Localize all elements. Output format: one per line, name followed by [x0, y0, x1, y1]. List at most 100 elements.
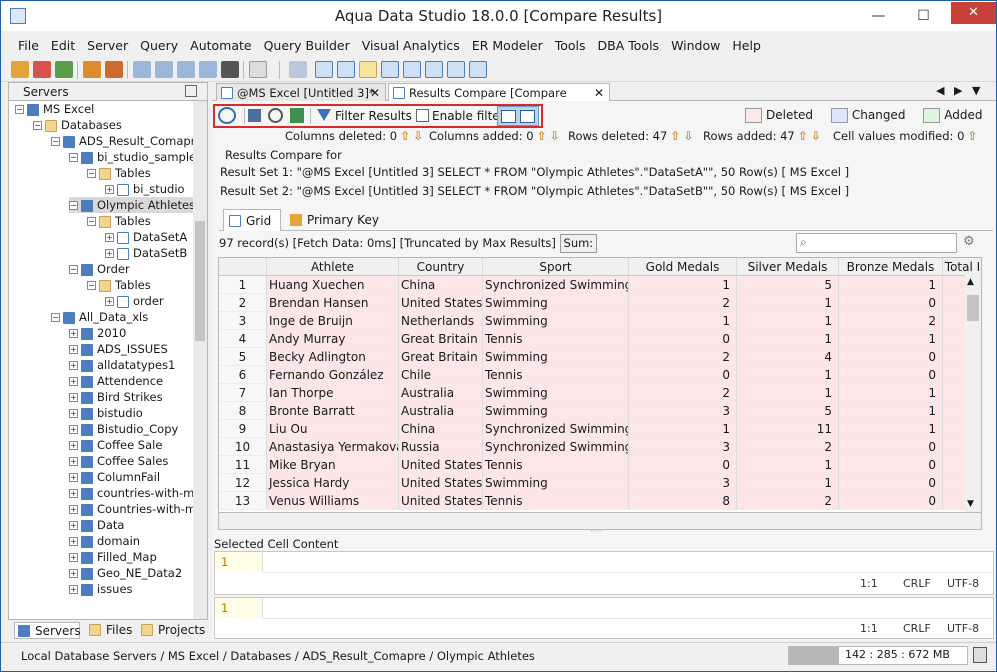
tree-node[interactable]: − All_Data_xls	[51, 309, 148, 325]
tree-node[interactable]: + ColumnFail	[69, 469, 160, 485]
expand-icon[interactable]: +	[69, 521, 78, 530]
tree-node[interactable]: + DataSetA	[105, 229, 187, 245]
menu-tools[interactable]: Tools	[549, 35, 592, 57]
tree-node[interactable]: − Tables	[87, 165, 151, 181]
split-vertical-icon[interactable]	[520, 110, 535, 123]
collapse-icon[interactable]: −	[69, 201, 78, 210]
collapse-icon[interactable]: −	[51, 137, 60, 146]
arrow-down-icon[interactable]: ⇩	[811, 129, 821, 143]
grid-vertical-scrollbar[interactable]: ▲ ▼	[965, 275, 981, 512]
layout-3-icon[interactable]	[381, 61, 399, 78]
table-cell[interactable]: Fernando González	[267, 366, 399, 384]
table-cell[interactable]: Jessica Hardy	[267, 474, 399, 492]
table-cell[interactable]: Ian Thorpe	[267, 384, 399, 402]
table-cell[interactable]: 2	[629, 348, 737, 366]
tree-node[interactable]: − ADS_Result_Comapre	[51, 133, 193, 149]
table-cell[interactable]: 8	[629, 492, 737, 510]
tree-node[interactable]: − Tables	[87, 213, 151, 229]
table-cell[interactable]: 0	[839, 438, 943, 456]
table-cell[interactable]: 1	[839, 384, 943, 402]
column-header[interactable]: Athlete	[267, 258, 399, 276]
refresh-icon[interactable]	[218, 107, 236, 124]
table-cell[interactable]: Netherlands	[399, 312, 483, 330]
table-cell[interactable]: 0	[629, 366, 737, 384]
table-cell[interactable]: Great Britain	[399, 348, 483, 366]
table-cell[interactable]: 1	[737, 474, 839, 492]
list-icon[interactable]	[289, 61, 307, 78]
table-row[interactable]: 11 Mike Bryan United States Tennis 0 1 0	[219, 456, 981, 474]
arrow-up-icon[interactable]: ⇧	[798, 129, 808, 143]
table-cell[interactable]: China	[399, 276, 483, 294]
tab-primary-key[interactable]: Primary Key	[285, 209, 381, 231]
expand-icon[interactable]: +	[69, 553, 78, 562]
new-server-icon[interactable]	[11, 61, 29, 78]
tree-node[interactable]: + Bird Strikes	[69, 389, 163, 405]
table-cell[interactable]: Russia	[399, 438, 483, 456]
table-cell[interactable]: 4	[737, 348, 839, 366]
table-cell[interactable]: 0	[629, 456, 737, 474]
expand-icon[interactable]: +	[69, 377, 78, 386]
close-tab-icon[interactable]: ✕	[594, 84, 604, 102]
grid-scroll-thumb[interactable]	[967, 295, 979, 321]
table-cell[interactable]: Synchronized Swimming	[483, 420, 629, 438]
column-header[interactable]: Gold Medals	[629, 258, 737, 276]
maximize-button[interactable]: ☐	[901, 2, 946, 30]
menu-help[interactable]: Help	[726, 35, 767, 57]
expand-icon[interactable]: +	[69, 489, 78, 498]
filter-icon[interactable]	[317, 109, 331, 121]
collapse-icon[interactable]: −	[69, 153, 78, 162]
tree-node[interactable]: + issues	[69, 581, 133, 597]
query-window-icon[interactable]	[133, 61, 151, 78]
expand-icon[interactable]: +	[69, 441, 78, 450]
tree-node[interactable]: + Bistudio_Copy	[69, 421, 178, 437]
sum-button[interactable]: Sum:	[559, 234, 598, 253]
column-header[interactable]: Total I	[943, 258, 981, 276]
table-cell[interactable]: 11	[737, 420, 839, 438]
tree-node[interactable]: + order	[105, 293, 164, 309]
expand-icon[interactable]: +	[69, 473, 78, 482]
table-row[interactable]: 13 Venus Williams United States Tennis 8 2 0	[219, 492, 981, 510]
expand-icon[interactable]: +	[69, 329, 78, 338]
tree-node[interactable]: − MS Excel	[15, 101, 94, 117]
table-cell[interactable]: 1	[839, 330, 943, 348]
table-cell[interactable]: Tennis	[483, 330, 629, 348]
expand-icon[interactable]: +	[69, 345, 78, 354]
grid-search-input[interactable]: ⌕	[796, 233, 957, 253]
tree-node[interactable]: +2010	[69, 325, 126, 341]
restore-panel-icon[interactable]	[185, 85, 197, 97]
tab-list-icon[interactable]: ▼	[972, 84, 980, 97]
table-cell[interactable]: Brendan Hansen	[267, 294, 399, 312]
tree-node[interactable]: − Order	[69, 261, 130, 277]
table-cell[interactable]: 1	[839, 402, 943, 420]
table-row[interactable]: 8 Bronte Barratt Australia Swimming 3 5 1	[219, 402, 981, 420]
trash-icon[interactable]	[973, 647, 987, 663]
tree-node[interactable]: + alldatatypes1	[69, 357, 175, 373]
table-cell[interactable]: 1	[839, 276, 943, 294]
tree-node[interactable]: + Filled_Map	[69, 549, 157, 565]
table-cell[interactable]: 0	[629, 330, 737, 348]
expand-icon[interactable]: +	[69, 569, 78, 578]
tree-node[interactable]: + Geo_NE_Data2	[69, 565, 182, 581]
table-cell[interactable]: 1	[737, 330, 839, 348]
layout-5-icon[interactable]	[425, 61, 443, 78]
table-cell[interactable]: Tennis	[483, 492, 629, 510]
layout-1-icon[interactable]	[337, 61, 355, 78]
tree-node[interactable]: + DataSetB	[105, 245, 187, 261]
arrow-up-icon[interactable]: ⇧	[967, 129, 977, 143]
table-cell[interactable]: 1	[737, 384, 839, 402]
table-cell[interactable]: Becky Adlington	[267, 348, 399, 366]
tree-node[interactable]: + Attendence	[69, 373, 163, 389]
table-cell[interactable]: United States	[399, 474, 483, 492]
close-tab-icon[interactable]: ✕	[370, 84, 380, 102]
table-cell[interactable]: 5	[737, 276, 839, 294]
menu-query-builder[interactable]: Query Builder	[258, 35, 356, 57]
table-cell[interactable]: Synchronized Swimming	[483, 276, 629, 294]
tab-prev-icon[interactable]: ◀	[936, 84, 944, 97]
menu-query[interactable]: Query	[134, 35, 184, 57]
enable-filter-checkbox[interactable]	[416, 109, 429, 122]
tab-servers[interactable]: Servers	[14, 622, 81, 639]
table-cell[interactable]: Swimming	[483, 384, 629, 402]
tab-projects[interactable]: Projects	[138, 622, 205, 639]
find-icon[interactable]	[155, 61, 173, 78]
table-row[interactable]: 6 Fernando González Chile Tennis 0 1 0	[219, 366, 981, 384]
